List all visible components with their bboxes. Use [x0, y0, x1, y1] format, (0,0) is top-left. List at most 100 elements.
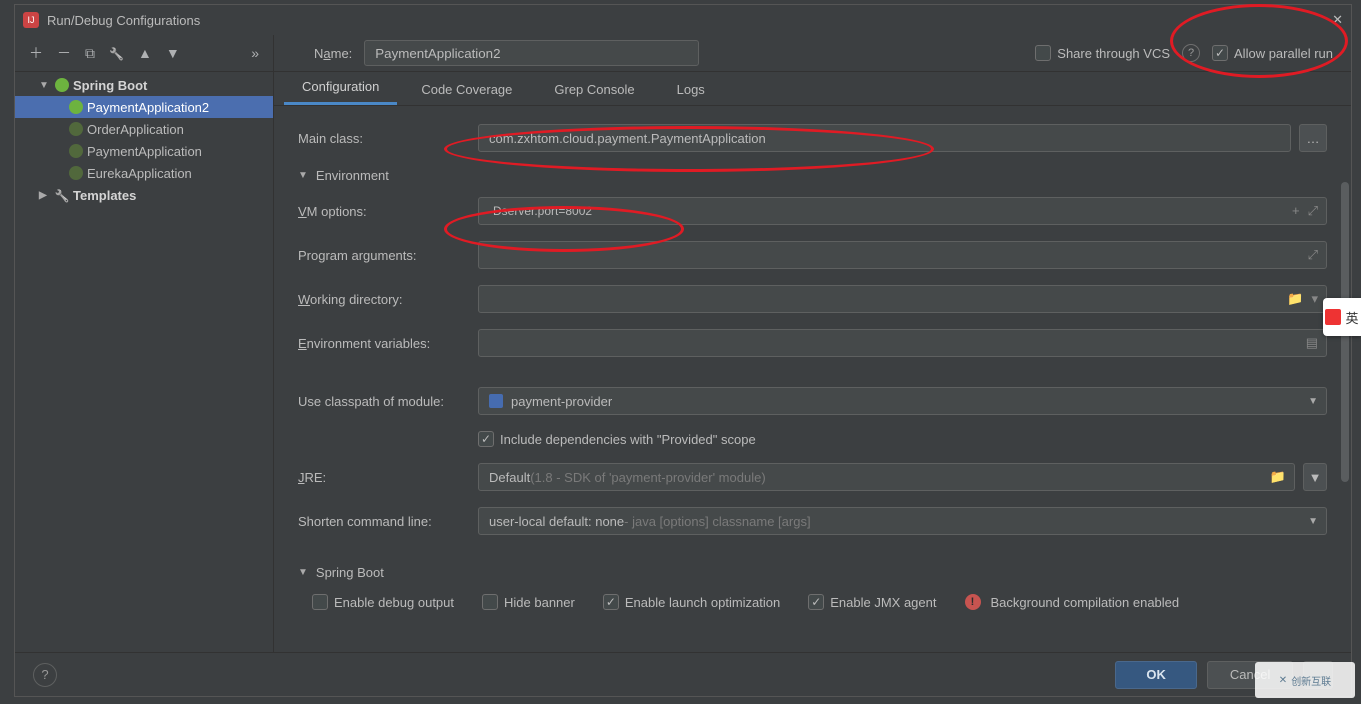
chevron-down-icon: ▼	[1308, 516, 1318, 527]
ok-button[interactable]: OK	[1115, 661, 1197, 689]
environment-section-header[interactable]: ▼ Environment	[298, 168, 1327, 183]
dialog-footer: ? OK Cancel	[15, 652, 1351, 696]
checkbox-icon	[1212, 45, 1228, 61]
sidebar: ＋ － ⧉ ▲ ▼ » ▼ Spring Boot PaymentApplica…	[15, 35, 274, 652]
spring-icon	[55, 78, 69, 92]
remove-icon[interactable]: －	[57, 43, 71, 63]
titlebar: IJ Run/Debug Configurations ✕	[15, 5, 1351, 35]
shorten-hint: - java [options] classname [args]	[624, 514, 810, 529]
expand-icon[interactable]: ⤢	[1308, 247, 1318, 263]
name-row: Name: Share through VCS ? Allow parallel…	[274, 35, 1351, 72]
tab-configuration[interactable]: Configuration	[284, 71, 397, 105]
checkbox-icon	[808, 594, 824, 610]
tree-cat-springboot[interactable]: ▼ Spring Boot	[15, 74, 273, 96]
checkbox-icon	[482, 594, 498, 610]
down-icon[interactable]: ▼	[166, 45, 180, 61]
ime-badge[interactable]: 英	[1323, 298, 1361, 336]
tree-item-payment[interactable]: PaymentApplication	[15, 140, 273, 162]
name-input[interactable]	[364, 40, 698, 66]
program-args-label: Program arguments:	[298, 248, 478, 263]
spring-icon	[69, 144, 83, 158]
tree-cat-templates[interactable]: ▶ Templates	[15, 184, 273, 206]
enable-launch-opt-checkbox[interactable]: Enable launch optimization	[603, 594, 780, 610]
hide-banner-label: Hide banner	[504, 595, 575, 610]
warning-icon: !	[965, 594, 981, 610]
classpath-label: Use classpath of module:	[298, 394, 478, 409]
working-directory-label: Working directory:	[298, 292, 478, 307]
vm-options-value: -Dserver.port=8002	[489, 204, 592, 218]
vm-options-input[interactable]: -Dserver.port=8002 + ⤢	[478, 197, 1327, 225]
working-directory-input[interactable]: 📁▾	[478, 285, 1327, 313]
jre-label: JRE:	[298, 470, 478, 485]
tab-logs[interactable]: Logs	[659, 74, 723, 105]
close-icon[interactable]: ✕	[1332, 12, 1343, 28]
shorten-value: user-local default: none	[489, 514, 624, 529]
tree-label: PaymentApplication2	[87, 100, 209, 115]
config-tree: ▼ Spring Boot PaymentApplication2 OrderA…	[15, 72, 273, 652]
window-title: Run/Debug Configurations	[47, 13, 1332, 28]
share-vcs-label: Share through VCS	[1057, 46, 1170, 61]
enable-debug-label: Enable debug output	[334, 595, 454, 610]
program-args-input[interactable]: ⤢	[478, 241, 1327, 269]
watermark: ✕ 创新互联	[1255, 662, 1355, 698]
env-vars-label: Environment variables:	[298, 336, 478, 351]
ime-icon	[1325, 309, 1341, 325]
tree-item-order[interactable]: OrderApplication	[15, 118, 273, 140]
folder-icon[interactable]: 📁	[1287, 291, 1303, 307]
jre-hint: (1.8 - SDK of 'payment-provider' module)	[530, 470, 765, 485]
tab-bar: Configuration Code Coverage Grep Console…	[274, 72, 1351, 106]
jre-value: Default	[489, 470, 530, 485]
tab-grep[interactable]: Grep Console	[536, 74, 652, 105]
wrench-icon[interactable]	[109, 45, 124, 61]
include-provided-checkbox[interactable]: Include dependencies with "Provided" sco…	[478, 431, 756, 447]
main-class-input[interactable]: com.zxhtom.cloud.payment.PaymentApplicat…	[478, 124, 1291, 152]
classpath-dropdown[interactable]: payment-provider ▼	[478, 387, 1327, 415]
copy-icon[interactable]: ⧉	[85, 45, 95, 62]
help-button[interactable]: ?	[33, 663, 57, 687]
main-class-label: Main class:	[298, 131, 478, 146]
checkbox-icon	[603, 594, 619, 610]
up-icon[interactable]: ▲	[138, 45, 152, 61]
share-vcs-checkbox[interactable]: Share through VCS	[1035, 45, 1170, 61]
tab-coverage[interactable]: Code Coverage	[403, 74, 530, 105]
checkbox-icon	[312, 594, 328, 610]
spring-icon	[69, 100, 83, 114]
bg-compilation-status: ! Background compilation enabled	[965, 594, 1180, 610]
collapse-icon[interactable]: »	[251, 45, 259, 61]
jre-chevron-button[interactable]: ▼	[1303, 463, 1327, 491]
shorten-label: Shorten command line:	[298, 514, 478, 529]
springboot-section-header[interactable]: ▼ Spring Boot	[298, 565, 1327, 580]
dialog-window: IJ Run/Debug Configurations ✕ ＋ － ⧉ ▲ ▼ …	[14, 4, 1352, 697]
enable-jmx-checkbox[interactable]: Enable JMX agent	[808, 594, 936, 610]
module-icon	[489, 394, 503, 408]
name-label: Name:	[314, 46, 352, 61]
browse-class-button[interactable]: …	[1299, 124, 1327, 152]
wrench-icon	[55, 188, 70, 203]
jre-dropdown[interactable]: Default (1.8 - SDK of 'payment-provider'…	[478, 463, 1295, 491]
env-vars-input[interactable]: ▤	[478, 329, 1327, 357]
checkbox-icon	[1035, 45, 1051, 61]
add-icon[interactable]: +	[1292, 203, 1300, 219]
scrollbar[interactable]	[1339, 176, 1351, 608]
enable-debug-checkbox[interactable]: Enable debug output	[312, 594, 454, 610]
list-icon[interactable]: ▤	[1306, 335, 1318, 351]
chevron-down-icon[interactable]: ▾	[1311, 291, 1318, 307]
spring-icon	[69, 166, 83, 180]
shorten-dropdown[interactable]: user-local default: none - java [options…	[478, 507, 1327, 535]
form-area: Main class: com.zxhtom.cloud.payment.Pay…	[274, 106, 1351, 652]
app-icon: IJ	[23, 12, 39, 28]
chevron-right-icon: ▶	[39, 190, 53, 201]
hide-banner-checkbox[interactable]: Hide banner	[482, 594, 575, 610]
springboot-header-label: Spring Boot	[316, 565, 384, 580]
enable-launch-opt-label: Enable launch optimization	[625, 595, 780, 610]
chevron-down-icon: ▼	[39, 80, 53, 91]
allow-parallel-checkbox[interactable]: Allow parallel run	[1212, 45, 1333, 61]
enable-jmx-label: Enable JMX agent	[830, 595, 936, 610]
tree-item-eureka[interactable]: EurekaApplication	[15, 162, 273, 184]
folder-icon[interactable]: 📁	[1270, 469, 1286, 485]
sidebar-toolbar: ＋ － ⧉ ▲ ▼ »	[15, 35, 273, 72]
help-icon[interactable]: ?	[1182, 44, 1200, 62]
tree-item-payment2[interactable]: PaymentApplication2	[15, 96, 273, 118]
expand-icon[interactable]: ⤢	[1308, 203, 1318, 219]
add-icon[interactable]: ＋	[29, 43, 43, 63]
